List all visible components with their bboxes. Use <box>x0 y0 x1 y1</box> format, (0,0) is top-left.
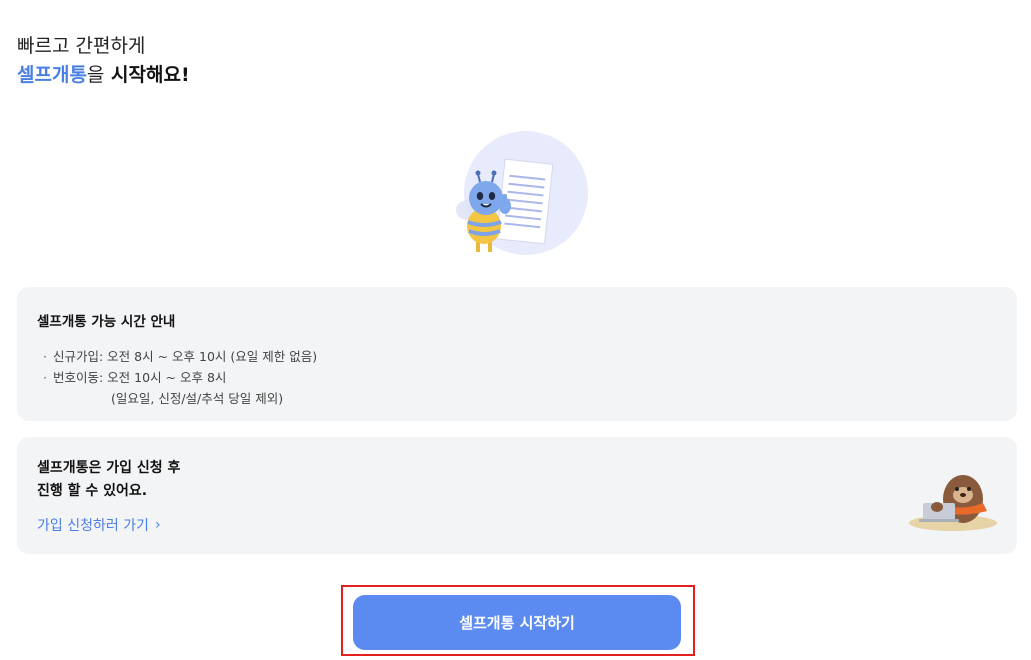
heading-action: 시작해요! <box>104 64 190 86</box>
mole-laptop-mascot-icon <box>903 461 999 533</box>
chevron-right-icon: › <box>154 517 161 533</box>
list-item: · 번호이동: 오전 10시 ~ 오후 8시 <box>37 367 997 388</box>
signup-message-line1: 셀프개통은 가입 신청 후 <box>37 460 181 476</box>
signup-card: 셀프개통은 가입 신청 후 진행 할 수 있어요. 가입 신청하러 가기 › <box>17 437 1017 554</box>
signup-message: 셀프개통은 가입 신청 후 진행 할 수 있어요. <box>37 457 997 503</box>
list-item-note: (일요일, 신정/설/추석 당일 제외) <box>111 391 284 406</box>
bee-mascot-document-icon <box>450 128 590 258</box>
heading-brand: 셀프개통 <box>17 64 87 86</box>
bullet-dot-icon: · <box>43 349 47 364</box>
start-self-activation-button[interactable]: 셀프개통 시작하기 <box>353 595 681 650</box>
page-heading: 빠르고 간편하게 셀프개통을 시작해요! <box>17 33 190 91</box>
list-item-text: 번호이동: 오전 10시 ~ 오후 8시 <box>53 370 227 385</box>
heading-particle: 을 <box>86 64 105 86</box>
list-item: · 신규가입: 오전 8시 ~ 오후 10시 (요일 제한 없음) <box>37 346 997 367</box>
go-to-signup-link[interactable]: 가입 신청하러 가기 › <box>37 515 161 535</box>
heading-subtitle: 빠르고 간편하게 <box>17 35 146 57</box>
list-item-text: 신규가입: 오전 8시 ~ 오후 10시 (요일 제한 없음) <box>53 349 318 364</box>
available-hours-list: · 신규가입: 오전 8시 ~ 오후 10시 (요일 제한 없음) · 번호이동… <box>37 346 997 409</box>
signup-link-label: 가입 신청하러 가기 <box>37 518 149 534</box>
bullet-dot-icon: · <box>43 370 47 385</box>
heading-title: 셀프개통을 시작해요! <box>17 59 190 91</box>
available-hours-card: 셀프개통 가능 시간 안내 · 신규가입: 오전 8시 ~ 오후 10시 (요일… <box>17 287 1017 421</box>
signup-message-line2: 진행 할 수 있어요. <box>37 483 148 499</box>
available-hours-title: 셀프개통 가능 시간 안내 <box>37 314 176 330</box>
